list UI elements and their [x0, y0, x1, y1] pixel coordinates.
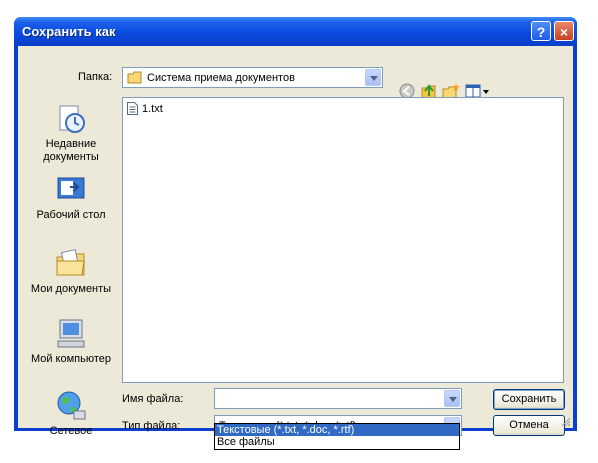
filename-field[interactable] [214, 388, 462, 409]
place-network[interactable]: Сетевое [26, 389, 116, 438]
close-button[interactable]: × [554, 21, 574, 41]
places-bar: Недавние документы Рабочий стол Мои доку… [26, 97, 116, 437]
folder-label: Папка: [78, 71, 113, 83]
title-bar[interactable]: Сохранить как ? × [14, 17, 577, 46]
place-label: Мои документы [30, 283, 112, 295]
save-button[interactable]: Сохранить [493, 389, 565, 410]
folder-combo[interactable]: Система приема документов [122, 67, 383, 88]
place-my-documents[interactable]: Мои документы [26, 247, 116, 296]
place-label: Недавние документы [43, 138, 99, 163]
save-as-dialog: Сохранить как ? × Папка: Система приема … [14, 17, 577, 437]
text-file-icon [127, 102, 138, 115]
file-list[interactable]: 1.txt [122, 97, 564, 383]
folder-icon [127, 71, 142, 84]
recent-documents-icon [59, 105, 85, 133]
place-label: Сетевое [49, 425, 93, 437]
folder-dropdown-button[interactable] [365, 69, 381, 86]
help-button[interactable]: ? [531, 21, 551, 41]
filetype-option-text[interactable]: Текстовые (*.txt, *.doc, *.rtf) [215, 424, 459, 436]
filetype-dropdown-list: Текстовые (*.txt, *.doc, *.rtf) Все файл… [214, 423, 460, 450]
cancel-button[interactable]: Отмена [493, 415, 565, 436]
desktop-icon [57, 177, 85, 199]
filetype-label: Тип файла: [122, 420, 181, 432]
place-desktop[interactable]: Рабочий стол [26, 173, 116, 222]
my-documents-icon [56, 249, 85, 276]
list-item[interactable]: 1.txt [127, 102, 163, 115]
place-recent-documents[interactable]: Недавние документы [26, 102, 116, 164]
place-label: Мой компьютер [30, 353, 112, 365]
folder-current: Система приема документов [147, 72, 295, 84]
filetype-option-all[interactable]: Все файлы [215, 436, 459, 448]
place-label: Рабочий стол [36, 209, 106, 221]
filename-dropdown-button[interactable] [444, 390, 460, 407]
network-icon [57, 391, 86, 420]
place-my-computer[interactable]: Мой компьютер [26, 317, 116, 366]
resize-grip-icon[interactable] [559, 415, 571, 427]
file-name: 1.txt [142, 102, 163, 115]
dialog-body: Папка: Система приема документов Недавни… [18, 46, 573, 437]
dialog-title: Сохранить как [22, 24, 116, 39]
filename-label: Имя файла: [122, 393, 184, 405]
my-computer-icon [57, 319, 85, 348]
